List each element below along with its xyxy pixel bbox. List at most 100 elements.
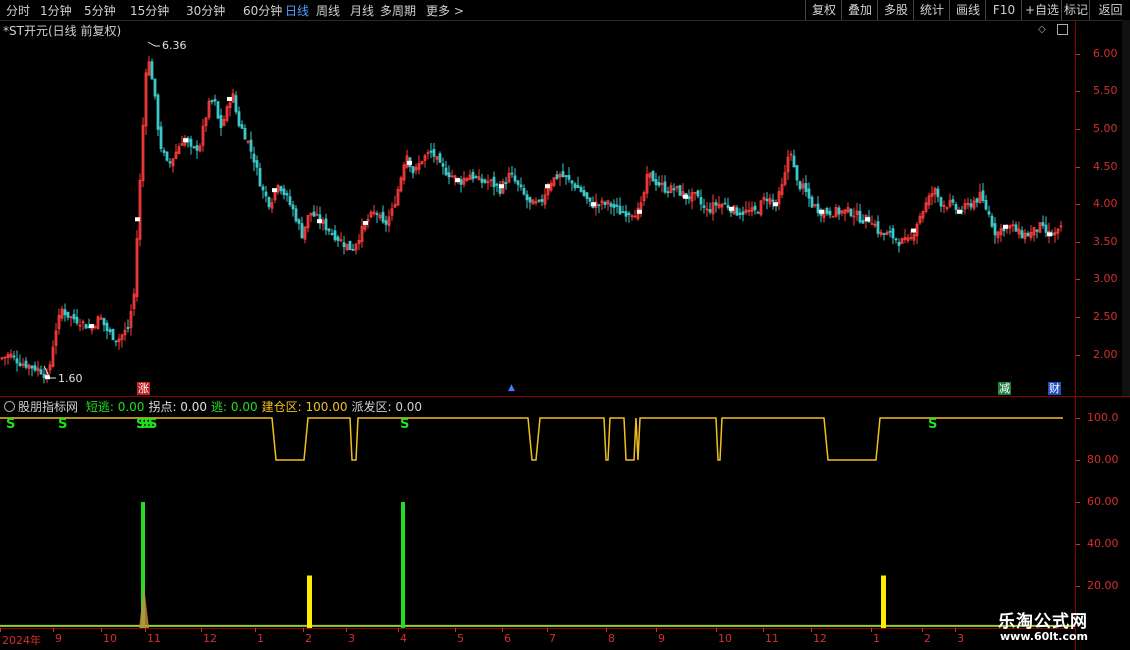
candle-body	[153, 78, 157, 97]
candle-body	[849, 208, 853, 217]
toolbar-button-2[interactable]: 多股	[877, 0, 914, 20]
date-label: 2024年	[2, 634, 41, 647]
date-label: 11	[147, 632, 161, 645]
candle-body	[447, 172, 451, 178]
candle-body	[657, 181, 661, 186]
period-toolbar: 分时 1分钟 5分钟 15分钟 30分钟 60分钟 日线 周线 月线 多周期 更多 > 复权 叠加 多股统…	[0, 0, 1130, 21]
limit-up-marker[interactable]: 涨	[137, 382, 150, 395]
price-tick-mark	[1076, 129, 1080, 131]
finance-marker[interactable]: 财	[1048, 382, 1061, 395]
indicator-field-0: 短逃: 0.00	[86, 400, 145, 414]
candle-body	[471, 172, 475, 180]
date-label: 12	[203, 632, 217, 645]
candle-body	[258, 168, 262, 187]
price-tick-label: 6.00	[1093, 46, 1118, 60]
candle-body	[603, 202, 607, 206]
candle-body	[333, 230, 337, 241]
date-label: 9	[658, 632, 665, 645]
candle-body	[519, 184, 523, 188]
candle-body	[939, 197, 943, 207]
candle-body	[297, 219, 301, 224]
candlestick-chart[interactable]	[0, 20, 1075, 396]
reduce-marker[interactable]: 减	[998, 382, 1011, 395]
candle-body	[687, 196, 691, 200]
period-tab-8[interactable]: 月线	[350, 2, 374, 19]
toolbar-button-1[interactable]: 叠加	[841, 0, 878, 20]
indicator-field-label: 拐点:	[148, 400, 177, 414]
period-tab-10[interactable]: 更多 >	[426, 2, 464, 19]
candle-body	[969, 203, 973, 208]
indicator-field-label: 短逃:	[85, 400, 114, 414]
indicator-field-value: 0.00	[391, 400, 423, 414]
period-tab-1[interactable]: 1分钟	[40, 2, 72, 19]
pivot-marker	[1003, 224, 1008, 229]
indicator-tick-mark	[1076, 544, 1080, 545]
period-tab-3[interactable]: 15分钟	[130, 2, 169, 19]
y-axis-border	[1075, 20, 1076, 650]
candle-body	[252, 153, 256, 163]
candle-body	[480, 178, 484, 183]
low-price-label: 1.60	[58, 372, 83, 385]
date-tick	[811, 628, 812, 632]
pivot-marker	[865, 217, 870, 222]
period-tab-7[interactable]: 周线	[316, 2, 340, 19]
candle-body	[609, 203, 613, 207]
toolbar-button-3[interactable]: 统计	[913, 0, 950, 20]
collapse-icon[interactable]	[4, 401, 15, 412]
date-tick	[145, 628, 146, 632]
candle-body	[810, 196, 814, 208]
indicator-tick-label: 60.00	[1087, 495, 1119, 508]
candle-body	[1035, 229, 1039, 232]
toolbar-button-6[interactable]: +自选	[1021, 0, 1062, 20]
period-tab-6[interactable]: 日线	[285, 2, 309, 19]
toolbar-button-5[interactable]: F10	[985, 0, 1022, 20]
candle-body	[1020, 230, 1024, 238]
price-tick-mark	[1076, 241, 1080, 243]
pivot-marker	[227, 96, 232, 101]
candle-body	[528, 196, 532, 203]
candle-body	[678, 185, 682, 196]
period-tab-4[interactable]: 30分钟	[186, 2, 225, 19]
period-tab-0[interactable]: 分时	[6, 2, 30, 19]
indicator-name: 股朋指标网	[18, 400, 79, 414]
toolbar-button-0[interactable]: 复权	[805, 0, 842, 20]
candle-body	[240, 124, 244, 129]
date-tick	[53, 628, 54, 632]
candle-body	[126, 327, 130, 330]
indicator-chart[interactable]	[0, 397, 1075, 628]
candle-body	[738, 212, 742, 215]
price-tick-mark	[1076, 317, 1080, 319]
date-label: 12	[813, 632, 827, 645]
candle-body	[75, 316, 79, 324]
pivot-marker	[911, 228, 916, 233]
candle-body	[294, 208, 298, 222]
signal-s-icon: S	[6, 417, 16, 432]
candle-body	[216, 101, 220, 119]
candle-body	[264, 191, 268, 197]
pivot-marker	[819, 209, 824, 214]
toolbar-button-7[interactable]: 标记	[1061, 0, 1090, 20]
period-tab-2[interactable]: 5分钟	[84, 2, 116, 19]
date-label: 11	[765, 632, 779, 645]
price-tick-mark	[1076, 354, 1080, 356]
candle-body	[561, 171, 565, 178]
candle-body	[858, 210, 862, 223]
arrow-up-icon[interactable]: ▲	[508, 383, 515, 393]
toolbar-button-4[interactable]: 画线	[949, 0, 986, 20]
toolbar-button-8[interactable]: 返回	[1089, 0, 1130, 20]
period-tab-5[interactable]: 60分钟	[243, 2, 282, 19]
indicator-field-value: 100.00	[301, 400, 348, 414]
candle-body	[540, 199, 544, 203]
date-tick	[502, 628, 503, 632]
period-tab-9[interactable]: 多周期	[380, 2, 416, 19]
candle-body	[249, 139, 253, 152]
candle-body	[567, 175, 571, 180]
date-tick	[398, 628, 399, 632]
candle-body	[765, 198, 769, 202]
price-tick-label: 2.00	[1093, 347, 1118, 361]
spike-area	[139, 586, 149, 628]
date-label: 3	[957, 632, 964, 645]
candle-body	[444, 167, 448, 176]
date-tick	[455, 628, 456, 632]
signal-s-icon: S	[400, 417, 410, 432]
